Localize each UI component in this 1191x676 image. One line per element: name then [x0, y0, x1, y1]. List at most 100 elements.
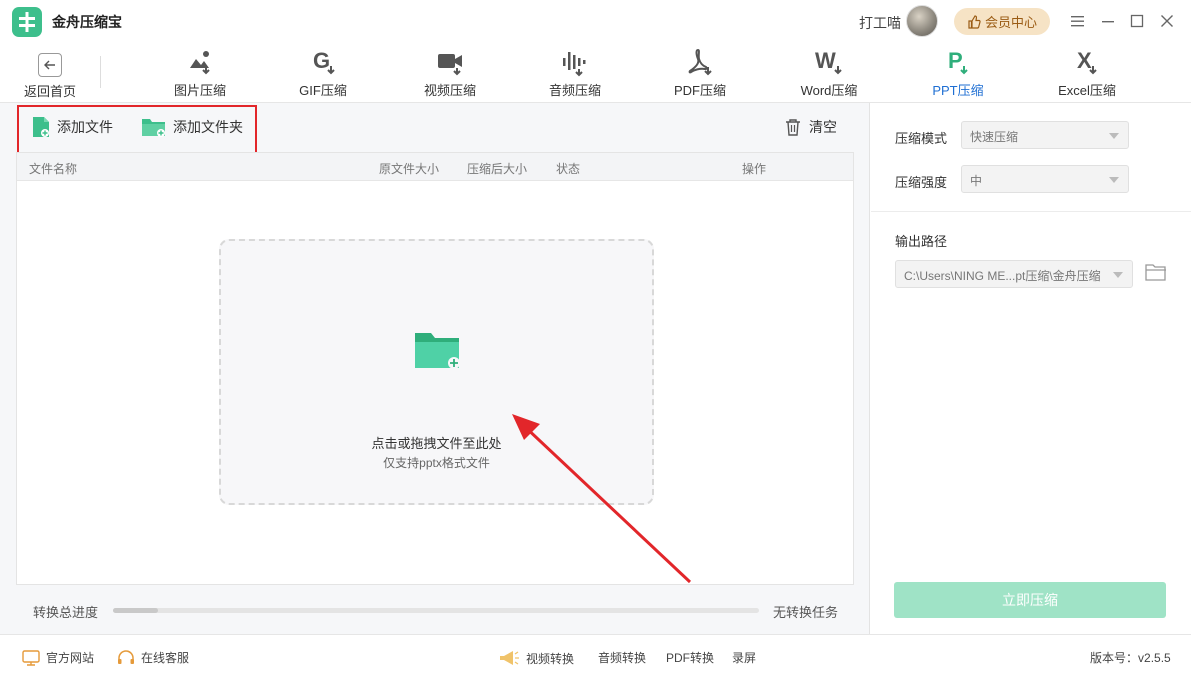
online-service-link[interactable]: 在线客服: [117, 649, 189, 666]
strength-value: 中: [970, 174, 983, 188]
clear-label: 清空: [809, 119, 837, 135]
column-actions: 操作: [742, 162, 767, 176]
menu-icon[interactable]: [1068, 11, 1088, 31]
settings-divider: [871, 211, 1191, 212]
pdf-compress-icon: [688, 48, 712, 76]
tab-label: Word压缩: [800, 83, 858, 98]
headset-icon: [118, 649, 134, 664]
progress-status: 无转换任务: [773, 605, 839, 620]
back-home-label: 返回首页: [23, 84, 76, 99]
word-compress-icon: W: [815, 48, 842, 75]
add-file-icon: [33, 117, 49, 137]
app-logo-icon: [12, 7, 42, 37]
video-compress-icon: [438, 54, 462, 76]
file-list-panel: 添加文件 添加文件夹 清空 文件名称 原文件大小 压缩后大小 状态 操作 点击或…: [0, 103, 870, 634]
title-bar: 金舟压缩宝 打工喵 会员中心: [0, 0, 1191, 42]
drop-zone[interactable]: 点击或拖拽文件至此处 仅支持pptx格式文件: [219, 239, 654, 505]
tab-label: PDF压缩: [673, 83, 726, 98]
progress-fill: [113, 608, 159, 613]
drop-zone-subtitle: 仅支持pptx格式文件: [383, 456, 490, 470]
tab-label: 视频压缩: [423, 83, 476, 98]
close-icon[interactable]: [1157, 11, 1177, 31]
tab-ppt-compress[interactable]: P PPT压缩: [910, 46, 1006, 102]
screen-record-link[interactable]: 录屏: [732, 649, 756, 666]
tab-excel-compress[interactable]: X Excel压缩: [1039, 46, 1135, 102]
arrow-left-icon: [38, 53, 62, 77]
column-file-name: 文件名称: [29, 162, 78, 176]
mode-select[interactable]: 快速压缩: [961, 121, 1129, 149]
audio-convert-link[interactable]: 音频转换: [598, 649, 646, 666]
svg-text:G: G: [313, 48, 330, 73]
add-folder-button[interactable]: 添加文件夹: [141, 116, 243, 138]
svg-text:X: X: [1077, 48, 1092, 73]
maximize-icon[interactable]: [1127, 11, 1147, 31]
output-path-value: C:\Users\NING ME...pt压缩\金舟压缩: [904, 269, 1101, 283]
add-file-button[interactable]: 添加文件: [31, 116, 113, 138]
column-original-size: 原文件大小: [379, 162, 440, 176]
online-service-label: 在线客服: [141, 651, 190, 665]
tab-pdf-compress[interactable]: PDF压缩: [652, 46, 748, 102]
tab-audio-compress[interactable]: 音频压缩: [527, 46, 623, 102]
pdf-convert-label: PDF转换: [666, 651, 715, 665]
video-convert-link[interactable]: 视频转换: [498, 649, 574, 667]
tool-tabs-bar: 返回首页 图片压缩 G GIF压缩 视频压缩 音频压缩 PDF压缩 W Word…: [0, 42, 1191, 103]
clear-button[interactable]: 清空: [785, 117, 837, 137]
tab-label: PPT压缩: [932, 83, 984, 98]
video-convert-label: 视频转换: [526, 651, 575, 666]
chevron-down-icon: [1113, 272, 1123, 278]
browse-folder-icon[interactable]: [1145, 263, 1167, 286]
tab-gif-compress[interactable]: G GIF压缩: [275, 46, 371, 102]
version-info: 版本号：v2.5.5: [1090, 649, 1171, 666]
gif-compress-icon: G: [313, 48, 335, 75]
username[interactable]: 打工喵: [859, 13, 901, 33]
pdf-convert-link[interactable]: PDF转换: [666, 649, 714, 666]
svg-text:W: W: [815, 48, 836, 73]
tab-video-compress[interactable]: 视频压缩: [402, 46, 498, 102]
toolbar-divider: [100, 56, 101, 88]
tab-image-compress[interactable]: 图片压缩: [152, 46, 248, 102]
minimize-icon[interactable]: [1098, 11, 1118, 31]
table-header: 文件名称 原文件大小 压缩后大小 状态 操作: [17, 153, 853, 181]
output-path-select[interactable]: C:\Users\NING ME...pt压缩\金舟压缩: [895, 260, 1133, 288]
column-status: 状态: [556, 162, 581, 176]
website-label: 官方网站: [46, 651, 95, 665]
column-compressed-size: 压缩后大小: [467, 162, 528, 176]
version-number: v2.5.5: [1138, 651, 1171, 665]
add-folder-icon: [142, 119, 165, 137]
chevron-down-icon: [1109, 177, 1119, 183]
tab-label: 音频压缩: [548, 83, 601, 98]
excel-compress-icon: X: [1077, 48, 1097, 75]
image-compress-icon: [190, 51, 210, 75]
thumb-up-icon: [968, 14, 981, 29]
audio-convert-label: 音频转换: [598, 651, 647, 665]
file-table: 文件名称 原文件大小 压缩后大小 状态 操作 点击或拖拽文件至此处 仅支持ppt…: [16, 152, 854, 585]
progress-bar: [113, 608, 759, 613]
ppt-compress-icon: P: [948, 48, 968, 75]
avatar[interactable]: [906, 5, 938, 37]
vip-center-button[interactable]: 会员中心: [954, 8, 1050, 35]
add-folder-label: 添加文件夹: [173, 119, 243, 135]
monitor-icon: [22, 649, 40, 666]
compress-now-button[interactable]: 立即压缩: [894, 582, 1166, 618]
mode-value: 快速压缩: [970, 130, 1019, 144]
progress-row: 转换总进度 无转换任务: [0, 598, 870, 628]
website-link[interactable]: 官方网站: [22, 649, 94, 666]
megaphone-icon: [500, 651, 519, 665]
tab-label: Excel压缩: [1058, 83, 1116, 98]
app-title: 金舟压缩宝: [52, 14, 122, 30]
back-home-button[interactable]: 返回首页: [18, 48, 82, 100]
svg-text:P: P: [948, 48, 963, 73]
version-label: 版本号：: [1090, 651, 1139, 665]
tab-label: 图片压缩: [173, 83, 226, 98]
app-window: 金舟压缩宝 打工喵 会员中心 返回首页 图片压缩 G GIF压缩 视频压缩 音频…: [0, 0, 1191, 676]
strength-select[interactable]: 中: [961, 165, 1129, 193]
screen-record-label: 录屏: [732, 651, 757, 665]
tab-label: GIF压缩: [299, 83, 347, 98]
audio-compress-icon: [563, 52, 586, 77]
tab-word-compress[interactable]: W Word压缩: [781, 46, 877, 102]
chevron-down-icon: [1109, 133, 1119, 139]
settings-panel: 压缩模式 快速压缩 压缩强度 中 输出路径 C:\Users\NING ME..…: [871, 103, 1191, 634]
add-file-label: 添加文件: [57, 119, 113, 135]
output-path-label: 输出路径: [895, 234, 948, 249]
mode-label: 压缩模式: [895, 131, 948, 146]
